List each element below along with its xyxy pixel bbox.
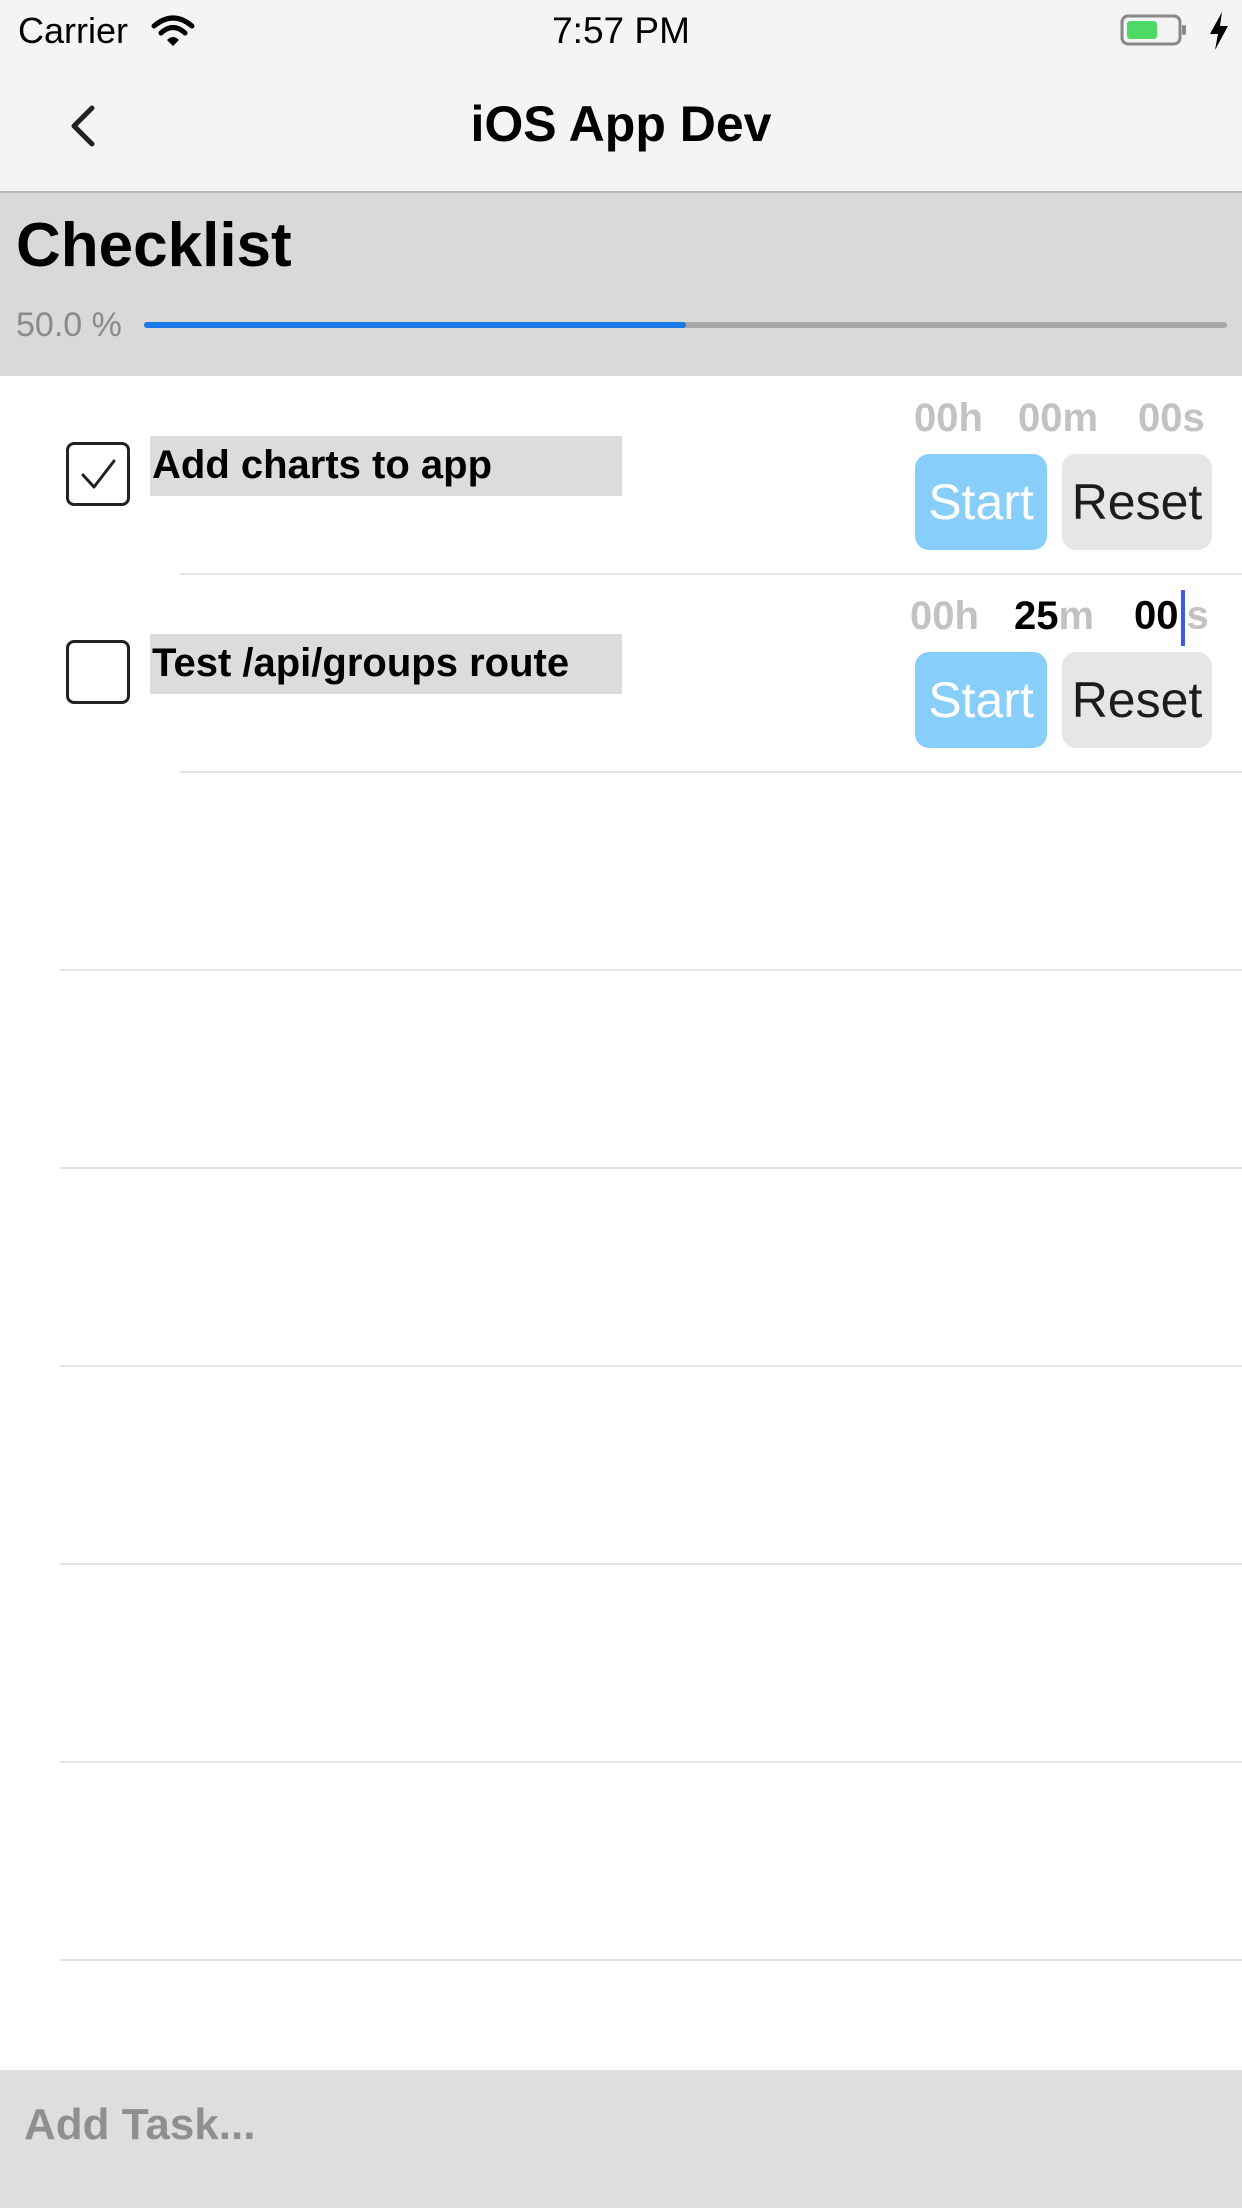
timer-hours[interactable]: 00h xyxy=(910,594,979,639)
checkmark-icon xyxy=(81,459,116,489)
progress-percent-label: 50.0 % xyxy=(16,306,122,344)
task-checkbox-unchecked[interactable] xyxy=(66,640,130,704)
empty-row-separator xyxy=(60,1365,1242,1367)
status-time: 7:57 PM xyxy=(552,10,690,51)
empty-row-separator xyxy=(60,1761,1242,1763)
timer-minutes-unit: m xyxy=(1058,594,1095,638)
nav-title: iOS App Dev xyxy=(470,96,772,152)
row-separator xyxy=(180,771,1242,773)
charging-bolt-icon xyxy=(1210,12,1228,50)
timer-minutes-value: 25 xyxy=(1014,594,1059,638)
task-label[interactable]: Add charts to app xyxy=(150,436,622,496)
empty-row-separator xyxy=(60,1959,1242,1961)
text-cursor xyxy=(1180,590,1185,646)
timer-seconds-unit: s xyxy=(1186,593,1209,638)
add-task-input[interactable]: Add Task... xyxy=(24,2100,255,2150)
timer-seconds[interactable]: 00s xyxy=(1134,590,1209,646)
battery-icon xyxy=(1120,14,1186,46)
row-separator xyxy=(180,573,1242,575)
task-label[interactable]: Test /api/groups route xyxy=(150,634,622,694)
empty-row-separator xyxy=(60,969,1242,971)
timer-hours[interactable]: 00h xyxy=(914,396,983,441)
empty-row-separator xyxy=(60,1563,1242,1565)
progress-bar-fill xyxy=(144,322,686,328)
reset-button[interactable]: Reset xyxy=(1062,454,1212,550)
timer-minutes[interactable]: 25m xyxy=(1014,594,1094,639)
page-title: Checklist xyxy=(16,211,292,280)
timer-seconds[interactable]: 00s xyxy=(1138,396,1205,441)
start-button[interactable]: Start xyxy=(915,454,1047,550)
task-checkbox-checked[interactable] xyxy=(66,442,130,506)
timer-seconds-value: 00 xyxy=(1134,593,1179,638)
start-button[interactable]: Start xyxy=(915,652,1047,748)
timer-minutes[interactable]: 00m xyxy=(1018,396,1098,441)
empty-row-separator xyxy=(60,1167,1242,1169)
reset-button[interactable]: Reset xyxy=(1062,652,1212,748)
